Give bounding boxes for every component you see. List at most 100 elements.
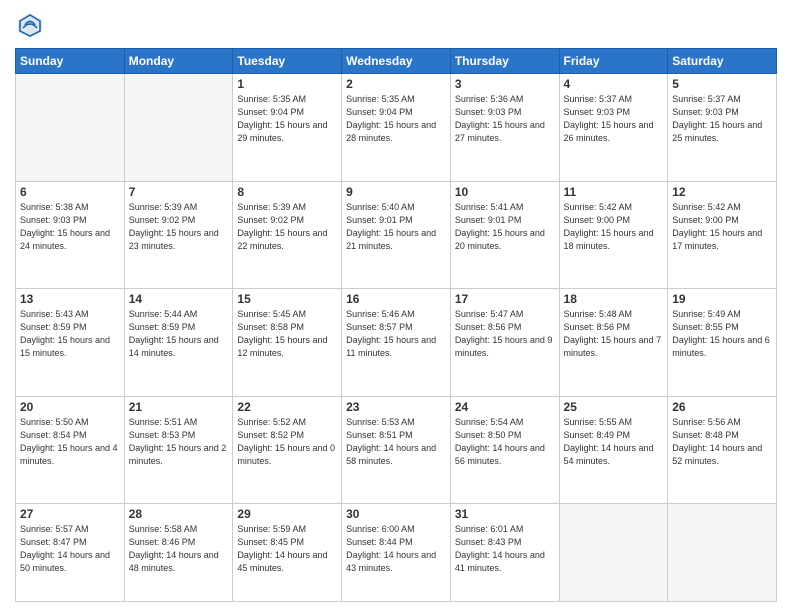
calendar-cell: 10Sunrise: 5:41 AM Sunset: 9:01 PM Dayli… bbox=[450, 181, 559, 289]
day-info: Sunrise: 5:55 AM Sunset: 8:49 PM Dayligh… bbox=[564, 416, 664, 468]
calendar-cell: 21 Sunrise: 5:51 AM Sunset: 8:53 PM Dayli… bbox=[124, 396, 233, 504]
col-wednesday: Wednesday bbox=[342, 49, 451, 74]
day-number: 20 bbox=[20, 400, 120, 414]
day-info: Sunrise: 5:44 AM Sunset: 8:59 PM Dayligh… bbox=[129, 308, 229, 360]
calendar-cell: 29 Sunrise: 5:59 AM Sunset: 8:45 PM Dayli… bbox=[233, 504, 342, 602]
day-info: Sunrise: 5:40 AM Sunset: 9:01 PM Dayligh… bbox=[346, 201, 446, 253]
calendar-week-row: 20 Sunrise: 5:50 AM Sunset: 8:54 PM Dayli… bbox=[16, 396, 777, 504]
calendar-cell: 6Sunrise: 5:38 AM Sunset: 9:03 PM Daylig… bbox=[16, 181, 125, 289]
day-number: 30 bbox=[346, 507, 446, 521]
calendar-cell: 14 Sunrise: 5:44 AM Sunset: 8:59 PM Dayli… bbox=[124, 289, 233, 397]
calendar-cell: 27 Sunrise: 5:57 AM Sunset: 8:47 PM Dayli… bbox=[16, 504, 125, 602]
calendar-cell: 9 Sunrise: 5:40 AM Sunset: 9:01 PM Daylig… bbox=[342, 181, 451, 289]
day-number: 2 bbox=[346, 77, 446, 91]
day-info: Sunrise: 5:43 AM Sunset: 8:59 PM Dayligh… bbox=[20, 308, 120, 360]
calendar-cell: 16Sunrise: 5:46 AM Sunset: 8:57 PM Dayli… bbox=[342, 289, 451, 397]
calendar-week-row: 27 Sunrise: 5:57 AM Sunset: 8:47 PM Dayli… bbox=[16, 504, 777, 602]
day-number: 31 bbox=[455, 507, 555, 521]
day-number: 9 bbox=[346, 185, 446, 199]
day-number: 19 bbox=[672, 292, 772, 306]
calendar-cell: 1 Sunrise: 5:35 AM Sunset: 9:04 PM Daylig… bbox=[233, 74, 342, 182]
calendar-cell: 3Sunrise: 5:36 AM Sunset: 9:03 PM Daylig… bbox=[450, 74, 559, 182]
day-number: 27 bbox=[20, 507, 120, 521]
day-number: 26 bbox=[672, 400, 772, 414]
calendar-table: Sunday Monday Tuesday Wednesday Thursday… bbox=[15, 48, 777, 602]
calendar-cell: 28Sunrise: 5:58 AM Sunset: 8:46 PM Dayli… bbox=[124, 504, 233, 602]
day-number: 8 bbox=[237, 185, 337, 199]
day-info: Sunrise: 6:00 AM Sunset: 8:44 PM Dayligh… bbox=[346, 523, 446, 575]
day-info: Sunrise: 5:52 AM Sunset: 8:52 PM Dayligh… bbox=[237, 416, 337, 468]
day-number: 11 bbox=[564, 185, 664, 199]
day-number: 23 bbox=[346, 400, 446, 414]
calendar-cell: 7 Sunrise: 5:39 AM Sunset: 9:02 PM Daylig… bbox=[124, 181, 233, 289]
col-saturday: Saturday bbox=[668, 49, 777, 74]
calendar-week-row: 1 Sunrise: 5:35 AM Sunset: 9:04 PM Daylig… bbox=[16, 74, 777, 182]
day-number: 25 bbox=[564, 400, 664, 414]
logo-icon bbox=[15, 10, 45, 40]
day-info: Sunrise: 5:57 AM Sunset: 8:47 PM Dayligh… bbox=[20, 523, 120, 575]
calendar-cell: 2 Sunrise: 5:35 AM Sunset: 9:04 PM Daylig… bbox=[342, 74, 451, 182]
day-info: Sunrise: 5:37 AM Sunset: 9:03 PM Dayligh… bbox=[564, 93, 664, 145]
day-info: Sunrise: 5:42 AM Sunset: 9:00 PM Dayligh… bbox=[564, 201, 664, 253]
day-info: Sunrise: 5:39 AM Sunset: 9:02 PM Dayligh… bbox=[237, 201, 337, 253]
day-number: 28 bbox=[129, 507, 229, 521]
day-info: Sunrise: 5:56 AM Sunset: 8:48 PM Dayligh… bbox=[672, 416, 772, 468]
day-info: Sunrise: 5:37 AM Sunset: 9:03 PM Dayligh… bbox=[672, 93, 772, 145]
day-info: Sunrise: 5:45 AM Sunset: 8:58 PM Dayligh… bbox=[237, 308, 337, 360]
day-info: Sunrise: 5:49 AM Sunset: 8:55 PM Dayligh… bbox=[672, 308, 772, 360]
day-number: 24 bbox=[455, 400, 555, 414]
day-number: 29 bbox=[237, 507, 337, 521]
calendar-cell: 11 Sunrise: 5:42 AM Sunset: 9:00 PM Dayli… bbox=[559, 181, 668, 289]
day-info: Sunrise: 5:42 AM Sunset: 9:00 PM Dayligh… bbox=[672, 201, 772, 253]
day-number: 1 bbox=[237, 77, 337, 91]
day-number: 13 bbox=[20, 292, 120, 306]
day-number: 10 bbox=[455, 185, 555, 199]
day-info: Sunrise: 5:38 AM Sunset: 9:03 PM Dayligh… bbox=[20, 201, 120, 253]
col-tuesday: Tuesday bbox=[233, 49, 342, 74]
day-number: 7 bbox=[129, 185, 229, 199]
day-number: 17 bbox=[455, 292, 555, 306]
calendar-week-row: 6Sunrise: 5:38 AM Sunset: 9:03 PM Daylig… bbox=[16, 181, 777, 289]
calendar-cell: 22Sunrise: 5:52 AM Sunset: 8:52 PM Dayli… bbox=[233, 396, 342, 504]
calendar-cell: 24 Sunrise: 5:54 AM Sunset: 8:50 PM Dayli… bbox=[450, 396, 559, 504]
day-number: 3 bbox=[455, 77, 555, 91]
calendar-cell: 25 Sunrise: 5:55 AM Sunset: 8:49 PM Dayli… bbox=[559, 396, 668, 504]
calendar-week-row: 13 Sunrise: 5:43 AM Sunset: 8:59 PM Dayli… bbox=[16, 289, 777, 397]
calendar-cell: 19 Sunrise: 5:49 AM Sunset: 8:55 PM Dayli… bbox=[668, 289, 777, 397]
day-info: Sunrise: 5:35 AM Sunset: 9:04 PM Dayligh… bbox=[346, 93, 446, 145]
day-info: Sunrise: 5:59 AM Sunset: 8:45 PM Dayligh… bbox=[237, 523, 337, 575]
calendar-cell bbox=[559, 504, 668, 602]
calendar-cell: 4 Sunrise: 5:37 AM Sunset: 9:03 PM Daylig… bbox=[559, 74, 668, 182]
day-number: 16 bbox=[346, 292, 446, 306]
calendar-cell: 5Sunrise: 5:37 AM Sunset: 9:03 PM Daylig… bbox=[668, 74, 777, 182]
day-info: Sunrise: 5:51 AM Sunset: 8:53 PM Dayligh… bbox=[129, 416, 229, 468]
calendar-cell: 18 Sunrise: 5:48 AM Sunset: 8:56 PM Dayli… bbox=[559, 289, 668, 397]
calendar-cell bbox=[668, 504, 777, 602]
day-number: 14 bbox=[129, 292, 229, 306]
col-sunday: Sunday bbox=[16, 49, 125, 74]
day-number: 4 bbox=[564, 77, 664, 91]
col-monday: Monday bbox=[124, 49, 233, 74]
calendar-cell: 20 Sunrise: 5:50 AM Sunset: 8:54 PM Dayli… bbox=[16, 396, 125, 504]
calendar-cell bbox=[124, 74, 233, 182]
day-info: Sunrise: 6:01 AM Sunset: 8:43 PM Dayligh… bbox=[455, 523, 555, 575]
calendar-cell: 12 Sunrise: 5:42 AM Sunset: 9:00 PM Dayli… bbox=[668, 181, 777, 289]
calendar-cell: 31 Sunrise: 6:01 AM Sunset: 8:43 PM Dayli… bbox=[450, 504, 559, 602]
calendar-cell: 13 Sunrise: 5:43 AM Sunset: 8:59 PM Dayli… bbox=[16, 289, 125, 397]
calendar-page: Sunday Monday Tuesday Wednesday Thursday… bbox=[0, 0, 792, 612]
logo bbox=[15, 10, 49, 40]
day-info: Sunrise: 5:47 AM Sunset: 8:56 PM Dayligh… bbox=[455, 308, 555, 360]
day-info: Sunrise: 5:53 AM Sunset: 8:51 PM Dayligh… bbox=[346, 416, 446, 468]
day-number: 15 bbox=[237, 292, 337, 306]
day-info: Sunrise: 5:50 AM Sunset: 8:54 PM Dayligh… bbox=[20, 416, 120, 468]
day-number: 21 bbox=[129, 400, 229, 414]
day-info: Sunrise: 5:39 AM Sunset: 9:02 PM Dayligh… bbox=[129, 201, 229, 253]
day-info: Sunrise: 5:54 AM Sunset: 8:50 PM Dayligh… bbox=[455, 416, 555, 468]
col-thursday: Thursday bbox=[450, 49, 559, 74]
day-info: Sunrise: 5:48 AM Sunset: 8:56 PM Dayligh… bbox=[564, 308, 664, 360]
calendar-cell: 8 Sunrise: 5:39 AM Sunset: 9:02 PM Daylig… bbox=[233, 181, 342, 289]
day-number: 12 bbox=[672, 185, 772, 199]
day-number: 18 bbox=[564, 292, 664, 306]
calendar-cell: 30 Sunrise: 6:00 AM Sunset: 8:44 PM Dayli… bbox=[342, 504, 451, 602]
day-info: Sunrise: 5:35 AM Sunset: 9:04 PM Dayligh… bbox=[237, 93, 337, 145]
